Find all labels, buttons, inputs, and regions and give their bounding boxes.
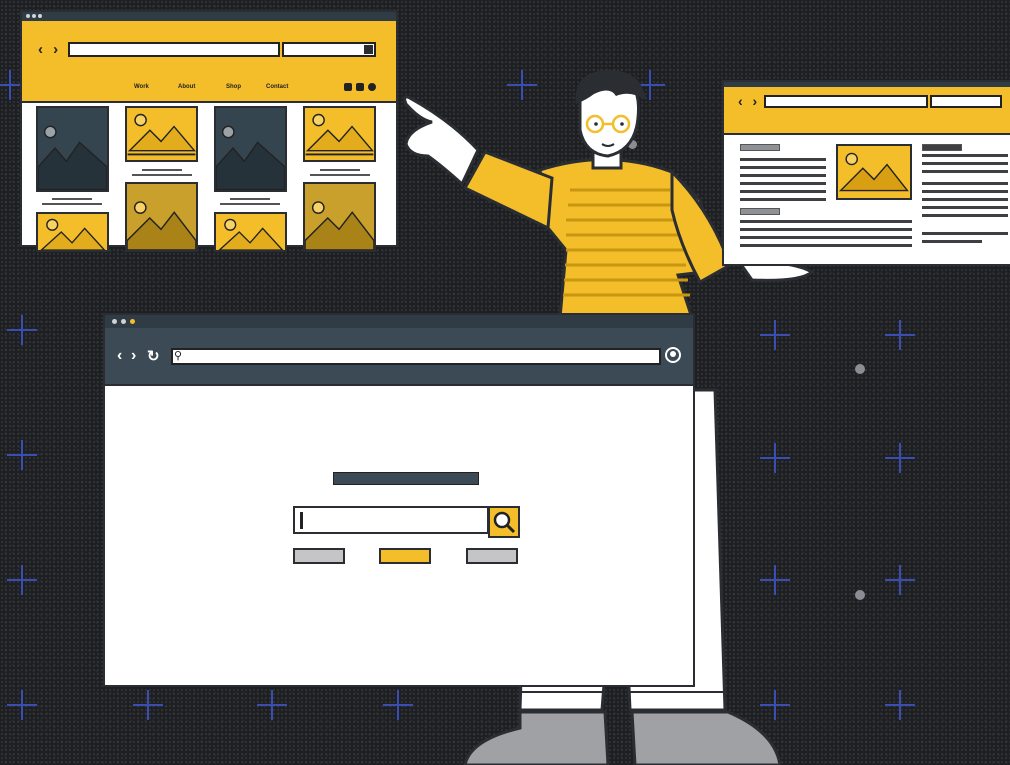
gallery-image-tile[interactable] [214, 106, 287, 192]
back-forward-arrows-icon[interactable]: ‹ › [38, 41, 61, 58]
text-line [922, 198, 1008, 201]
text-line [922, 206, 1008, 209]
person-left-shoe [463, 710, 610, 765]
search-icon[interactable] [364, 45, 373, 54]
gallery-image-tile[interactable] [36, 106, 109, 192]
gallery-image-tile[interactable] [214, 212, 287, 252]
browser-toolbar: ‹ › ↻ ⚲ [105, 328, 693, 386]
address-bar[interactable]: ⚲ [171, 348, 661, 365]
nav-item-work[interactable]: Work [134, 84, 149, 90]
search-button[interactable] [488, 506, 520, 538]
gallery-image-tile[interactable] [303, 106, 376, 162]
sparkle-decoration [885, 690, 915, 720]
social-icon[interactable] [344, 83, 352, 91]
reload-icon[interactable]: ↻ [147, 347, 160, 365]
text-line [740, 220, 912, 223]
background-dot [855, 364, 865, 374]
caption-line [142, 169, 182, 171]
back-forward-arrows-icon[interactable]: ‹ › [738, 93, 760, 109]
text-line [740, 244, 912, 247]
caption-line [320, 169, 360, 171]
text-line [740, 228, 912, 231]
caption-line [132, 174, 192, 176]
text-line [740, 166, 826, 169]
secondary-button-right[interactable] [466, 548, 518, 564]
text-line [922, 170, 1008, 173]
gallery-image-tile[interactable] [36, 212, 109, 252]
person-left-arm [462, 150, 554, 231]
sparkle-decoration [7, 315, 37, 345]
person-left-hand [403, 95, 480, 187]
text-line [922, 214, 1008, 217]
text-line [922, 190, 1008, 193]
person-right-shoe [630, 710, 782, 765]
window-dot[interactable] [112, 319, 117, 324]
caption-line [310, 174, 370, 176]
nav-item-shop[interactable]: Shop [226, 84, 241, 90]
window-titlebar [22, 12, 396, 21]
back-arrow-icon[interactable]: ‹ [117, 347, 122, 365]
text-line [740, 198, 826, 201]
sparkle-decoration [257, 690, 287, 720]
sparkle-decoration [885, 565, 915, 595]
nav-item-about[interactable]: About [178, 84, 195, 90]
social-icon[interactable] [368, 83, 376, 91]
article-address-bar[interactable] [764, 95, 928, 108]
background-dot [855, 590, 865, 600]
caption-line [52, 198, 92, 200]
sparkle-decoration [7, 690, 37, 720]
window-dot[interactable] [121, 319, 126, 324]
gallery-search-box[interactable] [282, 42, 376, 57]
text-line [740, 182, 826, 185]
sparkle-decoration [7, 565, 37, 595]
text-line [740, 190, 826, 193]
text-line [922, 232, 1008, 235]
forward-arrow-icon[interactable]: › [131, 347, 136, 365]
text-caret [300, 512, 303, 529]
primary-button[interactable] [379, 548, 431, 564]
caption-line [220, 203, 280, 205]
text-line [740, 174, 826, 177]
caption-line [42, 203, 102, 205]
social-icon[interactable] [356, 83, 364, 91]
sparkle-decoration [7, 440, 37, 470]
article-website-window: ‹ › [722, 80, 1010, 266]
article-heading-placeholder [922, 144, 962, 151]
page-heading-placeholder [333, 472, 479, 485]
magnifier-icon [493, 511, 516, 534]
profile-icon[interactable] [665, 347, 681, 363]
nav-item-contact[interactable]: Contact [266, 84, 288, 90]
caption-line [230, 198, 270, 200]
sparkle-decoration [885, 443, 915, 473]
article-header: ‹ › [724, 87, 1010, 135]
gallery-website-window: ‹ › Work About Shop Contact [20, 10, 398, 252]
article-heading-placeholder [740, 144, 780, 151]
text-line [740, 236, 912, 239]
article-heading-placeholder [740, 208, 780, 215]
secondary-button-left[interactable] [293, 548, 345, 564]
search-icon: ⚲ [174, 350, 183, 362]
text-line [922, 240, 982, 243]
sparkle-decoration [133, 690, 163, 720]
text-line [922, 182, 1008, 185]
sparkle-decoration [885, 320, 915, 350]
gallery-header: ‹ › Work About Shop Contact [22, 21, 396, 103]
text-line [740, 158, 826, 161]
gallery-image-tile[interactable] [303, 182, 376, 252]
text-line [922, 162, 1008, 165]
gallery-address-bar[interactable] [68, 42, 280, 57]
search-input[interactable] [293, 506, 489, 534]
image-icon [836, 144, 912, 200]
gallery-image-tile[interactable] [125, 106, 198, 162]
main-browser-window: ‹ › ↻ ⚲ [103, 313, 695, 687]
text-line [922, 154, 1008, 157]
window-dot[interactable] [130, 319, 135, 324]
article-search-box[interactable] [930, 95, 1002, 108]
gallery-image-tile[interactable] [125, 182, 198, 252]
window-titlebar [105, 315, 693, 329]
